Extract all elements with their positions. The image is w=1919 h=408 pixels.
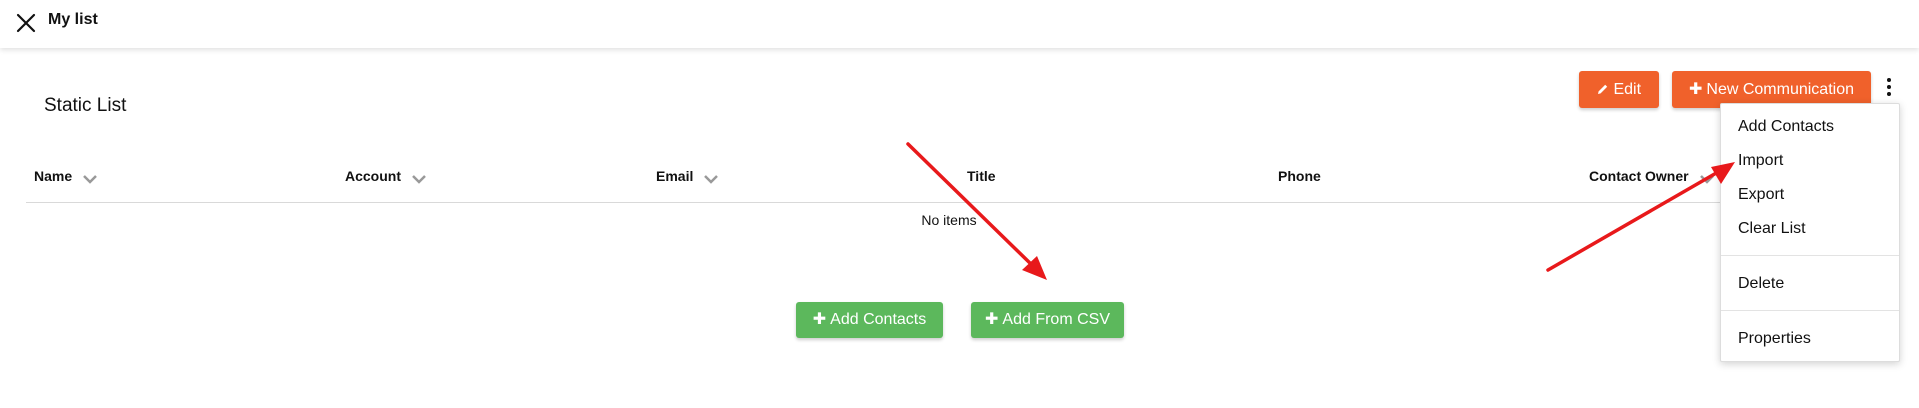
column-header-title: Title	[967, 168, 996, 184]
add-contacts-button[interactable]: ✚ Add Contacts	[796, 302, 943, 338]
new-communication-label: New Communication	[1706, 81, 1854, 98]
list-title: My list	[48, 11, 98, 28]
add-contacts-label: Add Contacts	[830, 311, 927, 328]
chevron-down-icon	[411, 171, 427, 184]
menu-item-clear-list[interactable]: Clear List	[1738, 220, 1806, 238]
add-from-csv-button[interactable]: ✚ Add From CSV	[971, 302, 1124, 338]
plus-icon: ✚	[985, 311, 999, 328]
edit-button[interactable]: Edit	[1579, 71, 1659, 108]
plus-icon: ✚	[1688, 81, 1703, 98]
column-header-email[interactable]: Email	[656, 168, 719, 184]
column-header-account[interactable]: Account	[345, 168, 427, 184]
edit-button-label: Edit	[1613, 81, 1642, 98]
empty-table-message: No items	[921, 212, 977, 228]
menu-item-add-contacts[interactable]: Add Contacts	[1738, 118, 1834, 136]
plus-icon: ✚	[812, 311, 827, 328]
chevron-down-icon	[82, 171, 98, 184]
add-from-csv-label: Add From CSV	[1002, 311, 1110, 328]
chevron-down-icon	[703, 171, 719, 184]
column-header-name[interactable]: Name	[34, 168, 98, 184]
top-bar: My list	[0, 0, 1919, 48]
column-header-contact-owner[interactable]: Contact Owner	[1589, 168, 1715, 184]
annotation-arrows	[906, 142, 1735, 280]
menu-item-import[interactable]: Import	[1738, 152, 1783, 170]
pencil-icon	[1597, 81, 1613, 98]
menu-divider	[1721, 310, 1899, 311]
menu-item-properties[interactable]: Properties	[1738, 330, 1811, 348]
menu-item-delete[interactable]: Delete	[1738, 275, 1784, 293]
menu-item-export[interactable]: Export	[1738, 186, 1784, 204]
more-options-icon[interactable]	[1883, 78, 1895, 100]
options-menu: Add Contacts Import Export Clear List De…	[1720, 103, 1900, 362]
column-header-phone: Phone	[1278, 168, 1321, 184]
close-icon[interactable]	[14, 11, 38, 35]
table-header: Name Account Email Title Phone Contact O…	[26, 160, 1866, 203]
chevron-down-icon	[1699, 171, 1715, 184]
page-title: Static List	[44, 95, 127, 116]
menu-divider	[1721, 255, 1899, 256]
